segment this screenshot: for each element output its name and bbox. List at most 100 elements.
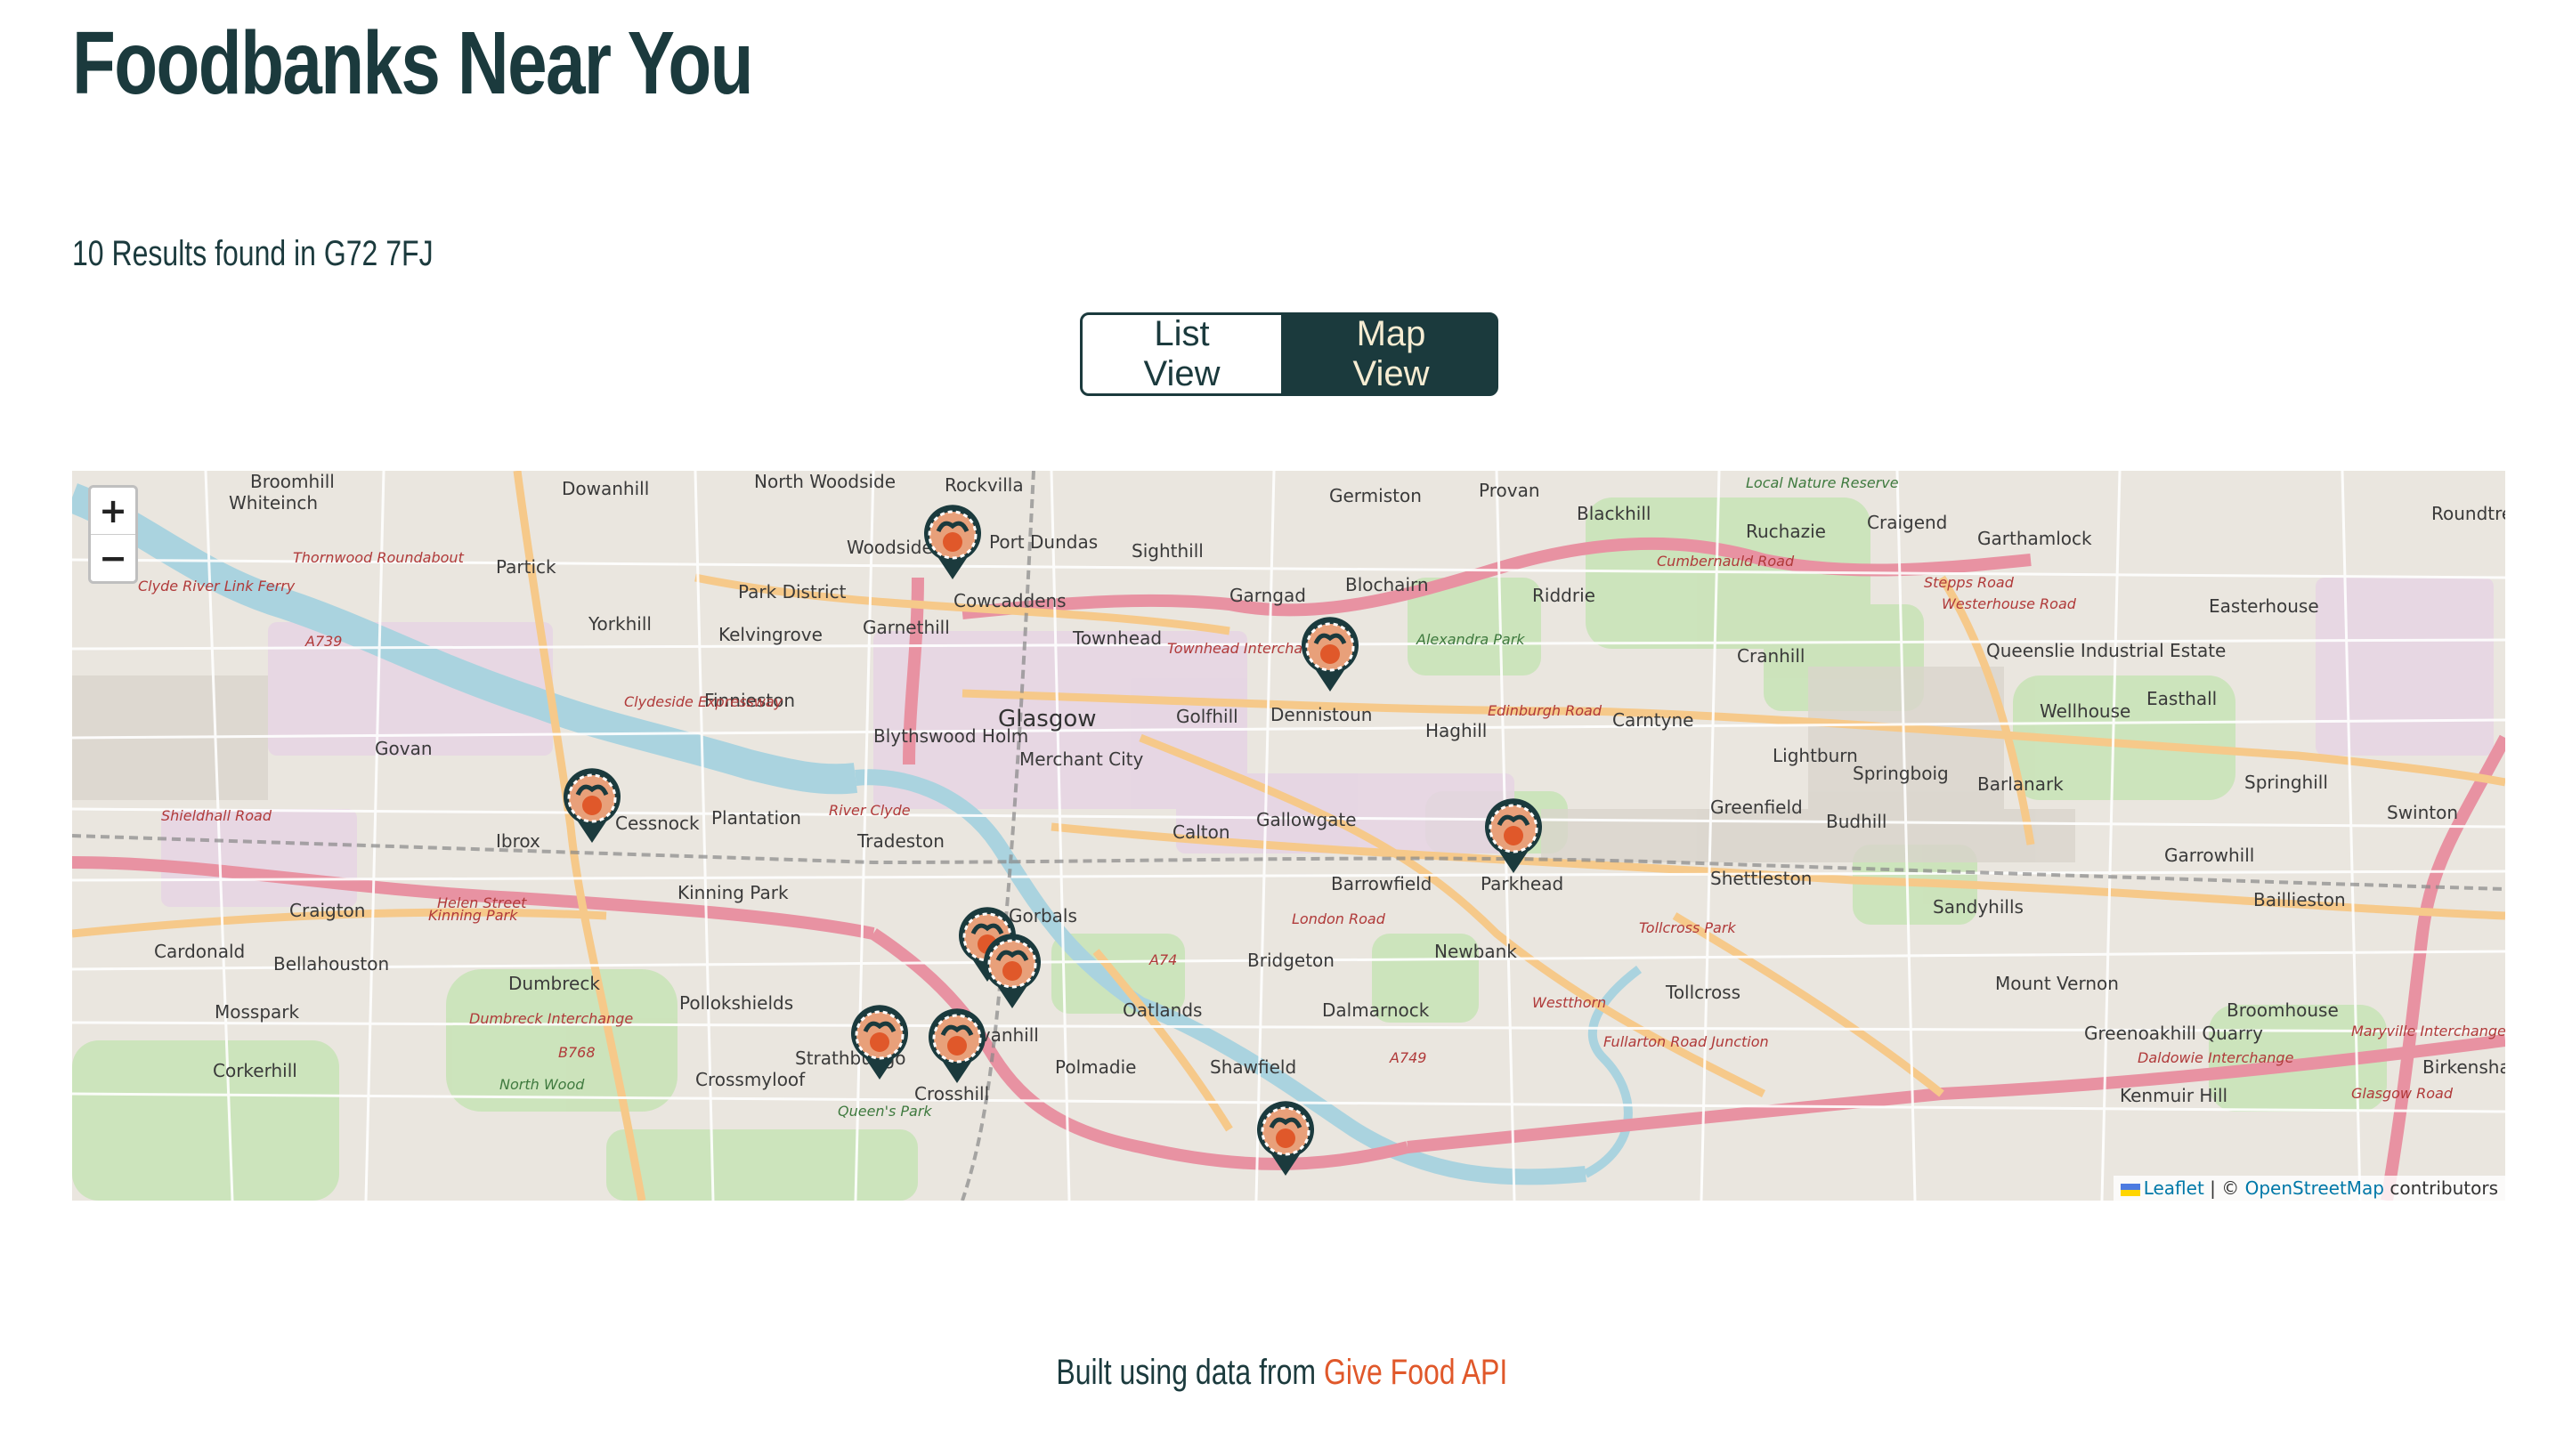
road-label: Dumbreck Interchange [469, 1010, 634, 1027]
place-label: Broomhouse [2227, 999, 2339, 1021]
foodbank-marker-icon[interactable] [921, 505, 985, 581]
results-summary: 10 Results found in G72 7FJ [72, 234, 434, 273]
place-label: Easterhouse [2209, 595, 2319, 617]
foodbank-marker-icon[interactable] [1254, 1101, 1318, 1177]
attribution-suffix: contributors [2384, 1177, 2498, 1199]
place-label: Mosspark [215, 1001, 300, 1023]
place-label: Baillieston [2253, 889, 2346, 910]
place-label: Polmadie [1055, 1056, 1137, 1078]
place-label: Craigend [1867, 512, 1948, 533]
road-label: Maryville Interchange [2351, 1023, 2505, 1039]
place-label: Park District [738, 581, 847, 603]
place-label: Crossmyloof [695, 1069, 806, 1090]
place-label: Swinton [2387, 802, 2459, 823]
place-label: Local Nature Reserve [1746, 474, 1899, 491]
foodbank-marker-icon[interactable] [1298, 617, 1362, 693]
place-label: Springboig [1853, 763, 1949, 784]
zoom-out-button[interactable]: − [91, 535, 135, 581]
place-label: Newbank [1434, 941, 1517, 962]
road-label: A739 [305, 633, 343, 650]
place-label: Tollcross [1666, 982, 1741, 1003]
place-label: Kelvingrove [718, 624, 823, 645]
map-view-button[interactable]: Map View [1284, 312, 1498, 396]
place-label: Greenoakhill Quarry [2084, 1023, 2263, 1044]
place-label: Broomhill [250, 471, 335, 492]
road-label: Glasgow Road [2351, 1085, 2453, 1102]
place-label: Shettleston [1710, 868, 1813, 889]
place-label: Provan [1479, 480, 1540, 501]
place-label: Yorkhill [588, 613, 652, 635]
footer-text: Built using data from [1056, 1353, 1325, 1392]
place-label: Crosshill [914, 1083, 990, 1104]
openstreetmap-link[interactable]: OpenStreetMap [2245, 1177, 2384, 1199]
road-label: Kinning Park [428, 907, 518, 924]
place-label: Dennistoun [1270, 704, 1373, 725]
place-label: Sandyhills [1933, 896, 2024, 918]
list-view-button[interactable]: List View [1080, 312, 1284, 396]
place-label: Easthall [2146, 688, 2218, 709]
road-label: Clydeside Expressway [624, 693, 783, 710]
place-label: Gallowgate [1256, 809, 1357, 830]
road-label: Thornwood Roundabout [293, 549, 464, 566]
place-label: Plantation [711, 807, 801, 829]
place-label: Pollokshields [679, 992, 794, 1014]
road-label: B768 [558, 1044, 596, 1061]
place-label: Garnethill [863, 617, 950, 638]
place-label: Lightburn [1773, 745, 1858, 766]
foodbank-marker-icon[interactable] [560, 768, 624, 845]
road-label: River Clyde [829, 802, 911, 819]
road-label: Edinburgh Road [1488, 702, 1602, 719]
place-label: Budhill [1826, 811, 1887, 832]
place-label: Craigton [289, 900, 366, 921]
road-label: Daldowie Interchange [2138, 1049, 2294, 1066]
map[interactable]: Broomhill Dowanhill North Woodside Rockvill… [72, 471, 2505, 1201]
zoom-control: + − [88, 485, 138, 584]
place-label: Calton [1172, 821, 1230, 843]
place-label: North Woodside [754, 471, 897, 492]
leaflet-link[interactable]: Leaflet [2144, 1177, 2204, 1199]
place-label: Roundtree Hill [2431, 503, 2505, 524]
place-label: Blythswood Holm [873, 725, 1029, 747]
place-label: Cranhill [1737, 645, 1805, 667]
place-label: Garngad [1229, 585, 1306, 606]
place-label: Barlanark [1977, 773, 2064, 795]
foodbank-marker-icon[interactable] [925, 1008, 989, 1085]
foodbank-marker-icon[interactable] [1481, 798, 1546, 875]
place-label: Carntyne [1612, 709, 1694, 731]
ukraine-flag-icon [2120, 1183, 2140, 1196]
place-label: Bellahouston [273, 953, 390, 975]
place-label: Tradeston [857, 830, 945, 852]
view-toggle: List View Map View [1080, 312, 1498, 396]
place-label: Garrowhill [2164, 845, 2255, 866]
place-label: Wellhouse [2040, 700, 2131, 722]
foodbank-marker-icon[interactable] [848, 1005, 912, 1081]
place-label: Partick [496, 556, 556, 578]
place-label: Haghill [1425, 720, 1488, 741]
place-label: Port Dundas [989, 531, 1099, 553]
road-label: A749 [1390, 1049, 1427, 1066]
place-label: Birkenshaw [2422, 1056, 2505, 1078]
place-label: Cowcaddens [953, 590, 1067, 611]
road-label: Clyde River Link Ferry [138, 578, 296, 595]
place-label: Ruchazie [1746, 521, 1826, 542]
place-label: Kenmuir Hill [2120, 1085, 2228, 1106]
attribution-separator: | © [2203, 1177, 2245, 1199]
place-label: Garthamlock [1977, 528, 2092, 549]
road-label: Westthorn [1532, 994, 1607, 1011]
place-label: Dumbreck [508, 973, 600, 994]
place-label: Whiteinch [229, 492, 319, 514]
road-label: A74 [1149, 951, 1178, 968]
place-label: Barrowfield [1331, 873, 1432, 894]
place-label: Queen's Park [838, 1103, 932, 1120]
road-label: Westerhouse Road [1942, 595, 2076, 612]
give-food-api-link[interactable]: Give Food API [1324, 1353, 1507, 1392]
place-label: Golfhill [1176, 706, 1238, 727]
place-label: Bridgeton [1247, 950, 1335, 971]
place-label: Cessnock [615, 813, 700, 834]
place-label: Oatlands [1123, 999, 1203, 1021]
place-label: Blackhill [1577, 503, 1651, 524]
place-label: Rockvilla [945, 474, 1024, 496]
place-label: Germiston [1329, 485, 1422, 506]
zoom-in-button[interactable]: + [91, 488, 135, 535]
foodbank-marker-icon[interactable] [980, 934, 1044, 1010]
